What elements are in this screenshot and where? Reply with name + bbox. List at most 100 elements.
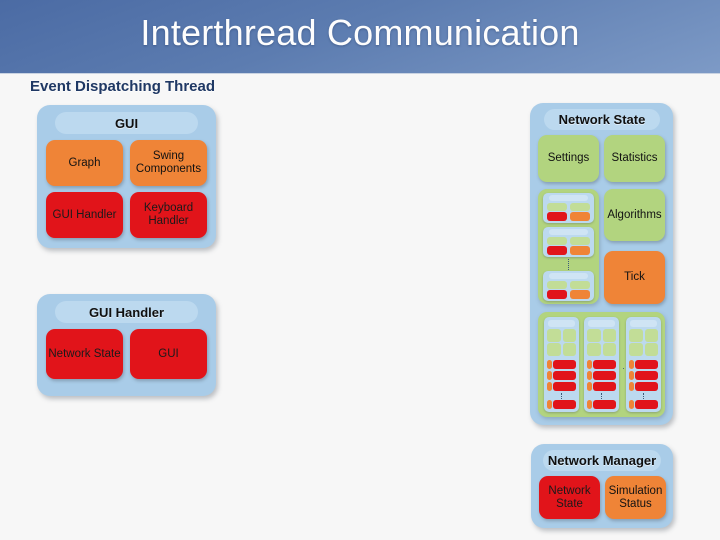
nested-node-card-header	[549, 229, 588, 235]
section-label: Event Dispatching Thread	[30, 78, 216, 95]
nested-node-card[interactable]	[543, 193, 594, 223]
node-nm-simulation-status[interactable]: Simulation Status	[605, 476, 666, 519]
nested-cell	[563, 343, 576, 356]
nested-cell	[593, 371, 616, 380]
nested-cell	[603, 329, 616, 342]
group-network-manager: Network Manager Network State Simulation…	[531, 444, 673, 528]
node-graph-label: Graph	[68, 156, 101, 169]
nested-cell	[553, 371, 576, 380]
nested-cell	[629, 343, 643, 356]
nested-vertical-ellipsis	[561, 393, 562, 399]
group-gui-handler: GUI Handler Network State GUI	[37, 294, 216, 396]
nested-cell	[635, 382, 658, 391]
nested-cell	[547, 203, 567, 211]
nested-cell	[629, 400, 634, 409]
nested-cell	[547, 400, 552, 409]
group-network-manager-title-label: Network Manager	[547, 453, 657, 468]
node-tick-label: Tick	[624, 271, 645, 284]
node-nm-network-state-label: Network State	[548, 484, 591, 510]
nested-cell	[593, 360, 616, 369]
nested-cell	[587, 371, 592, 380]
nested-cell	[635, 360, 658, 369]
nested-vertical-ellipsis	[601, 393, 602, 399]
node-gh-network-state-label: Network State	[48, 347, 121, 360]
node-tick[interactable]: Tick	[604, 251, 665, 304]
nested-vertical-ellipsis	[568, 259, 569, 270]
nested-cell	[547, 246, 567, 255]
nested-cell	[553, 382, 576, 391]
nested-cell	[547, 360, 552, 369]
nested-cell	[547, 371, 552, 380]
node-statistics-label: Statistics	[611, 152, 658, 165]
nested-cell	[547, 343, 561, 356]
nested-cell	[570, 237, 590, 245]
nested-link-column[interactable]	[544, 317, 579, 412]
nested-cell	[645, 343, 658, 356]
nested-cell	[547, 237, 567, 245]
group-gui-title: GUI	[55, 112, 198, 134]
nested-cell	[587, 400, 592, 409]
nested-node-card-header	[549, 195, 588, 201]
nested-cell	[603, 343, 616, 356]
nested-cell	[587, 360, 592, 369]
nested-cell	[587, 382, 592, 391]
nested-cell	[645, 329, 658, 342]
nested-link-column-header	[630, 320, 657, 327]
nested-cell	[547, 281, 567, 289]
node-keyboard-handler-label: Keyboard Handler	[143, 202, 194, 227]
node-settings[interactable]: Settings	[538, 135, 599, 182]
nested-vertical-ellipsis	[643, 393, 644, 399]
node-algorithms-label: Algorithms	[607, 208, 662, 221]
node-graph[interactable]: Graph	[46, 140, 123, 186]
page-title: Interthread Communication	[140, 12, 580, 53]
group-gui-title-label: GUI	[114, 115, 139, 131]
nested-cell	[629, 329, 643, 342]
nested-cell	[570, 212, 590, 221]
nested-cell	[570, 281, 590, 289]
nested-link-column[interactable]	[626, 317, 661, 412]
nested-cell	[570, 203, 590, 211]
group-network-state-title-label: Network State	[558, 112, 646, 127]
group-network-state-title: Network State	[544, 109, 660, 130]
nested-cell	[563, 329, 576, 342]
node-algorithms[interactable]: Algorithms	[604, 189, 665, 241]
group-network-manager-title: Network Manager	[543, 450, 661, 471]
nested-node-card-header	[549, 273, 588, 279]
node-swing-components[interactable]: Swing Components	[130, 140, 207, 186]
node-gh-network-state[interactable]: Network State	[46, 329, 123, 379]
group-gui-handler-title-label: GUI Handler	[88, 304, 165, 320]
nested-cell	[547, 290, 567, 299]
nested-node-card[interactable]	[543, 271, 594, 301]
node-gui-handler-label: GUI Handler	[52, 208, 117, 221]
nested-node-column	[538, 189, 599, 304]
nested-node-card[interactable]	[543, 227, 594, 257]
nested-link-column-header	[588, 320, 615, 327]
nested-cell	[553, 360, 576, 369]
nested-link-column-header	[548, 320, 575, 327]
nested-cell	[570, 290, 590, 299]
nested-cell	[635, 400, 658, 409]
nested-cell	[629, 382, 634, 391]
nested-cell	[547, 382, 552, 391]
nested-link-column[interactable]	[584, 317, 619, 412]
nested-cell	[587, 343, 601, 356]
node-keyboard-handler[interactable]: Keyboard Handler	[130, 192, 207, 238]
node-settings-label: Settings	[547, 152, 590, 165]
node-nm-simulation-status-label: Simulation Status	[608, 484, 663, 510]
node-gh-gui-label: GUI	[158, 347, 179, 360]
nested-cell	[593, 400, 616, 409]
group-gui-handler-title: GUI Handler	[55, 301, 198, 323]
node-gh-gui[interactable]: GUI	[130, 329, 207, 379]
nested-cell	[635, 371, 658, 380]
nested-cell	[547, 329, 561, 342]
nested-cell	[547, 212, 567, 221]
node-gui-handler[interactable]: GUI Handler	[46, 192, 123, 238]
nested-link-columns: · · · ·	[538, 312, 665, 417]
node-statistics[interactable]: Statistics	[604, 135, 665, 182]
nested-cell	[570, 246, 590, 255]
nested-cell	[629, 371, 634, 380]
node-swing-components-label: Swing Components	[135, 150, 202, 175]
node-nm-network-state[interactable]: Network State	[539, 476, 600, 519]
group-gui: GUI Graph Swing Components GUI Handler K…	[37, 105, 216, 248]
nested-cell	[593, 382, 616, 391]
